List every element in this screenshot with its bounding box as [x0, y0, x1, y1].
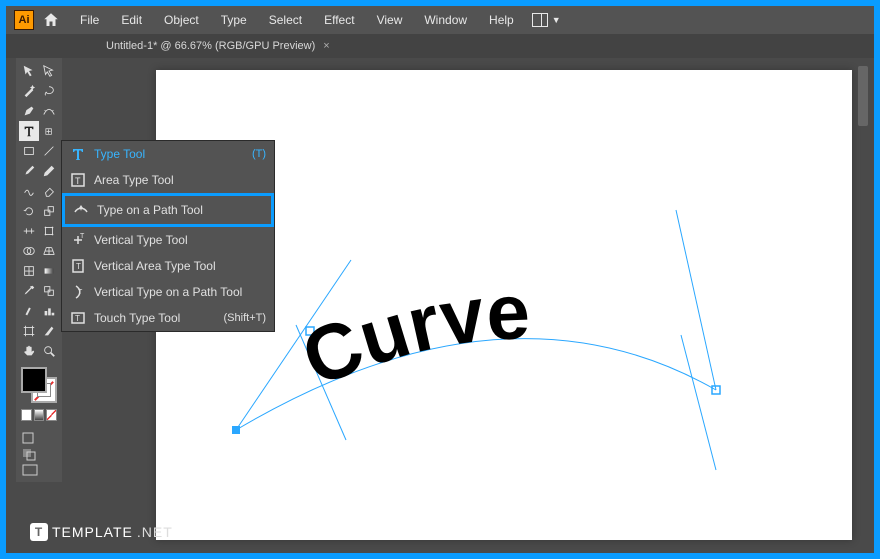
app-window: Ai File Edit Object Type Select Effect V…	[6, 6, 874, 553]
flyout-label: Type on a Path Tool	[97, 203, 203, 217]
menu-help[interactable]: Help	[479, 9, 524, 31]
drawing-mode-behind-icon[interactable]	[21, 447, 39, 461]
svg-text:T: T	[76, 262, 81, 271]
screen-mode-icon[interactable]	[21, 463, 39, 477]
flyout-type-tool[interactable]: Type Tool (T)	[62, 141, 274, 167]
fill-swatch[interactable]	[21, 367, 47, 393]
symbol-sprayer-tool-icon[interactable]	[19, 301, 39, 321]
watermark-suffix: .NET	[137, 524, 173, 540]
pen-tool-icon[interactable]	[19, 101, 39, 121]
color-mode-gradient-icon[interactable]	[34, 409, 45, 421]
flyout-vertical-area-type-tool[interactable]: T Vertical Area Type Tool	[62, 253, 274, 279]
direct-selection-tool-icon[interactable]	[39, 61, 59, 81]
watermark: T TEMPLATE.NET	[30, 523, 173, 541]
flyout-label: Type Tool	[94, 147, 145, 161]
work-area: ⊞	[6, 58, 874, 553]
flyout-touch-type-tool[interactable]: T Touch Type Tool (Shift+T)	[62, 305, 274, 331]
vertical-type-icon: T	[70, 232, 86, 248]
menu-view[interactable]: View	[367, 9, 413, 31]
free-transform-tool-icon[interactable]	[39, 221, 59, 241]
slice-tool-icon[interactable]	[39, 321, 59, 341]
magic-wand-tool-icon[interactable]	[19, 81, 39, 101]
flyout-vertical-type-on-path-tool[interactable]: T Vertical Type on a Path Tool	[62, 279, 274, 305]
menu-bar: Ai File Edit Object Type Select Effect V…	[6, 6, 874, 34]
type-tool-icon[interactable]	[19, 121, 39, 141]
flyout-label: Vertical Type on a Path Tool	[94, 285, 242, 299]
close-tab-icon[interactable]: ×	[323, 40, 329, 52]
shape-builder-tool-icon[interactable]	[19, 241, 39, 261]
svg-text:T: T	[75, 176, 81, 186]
gradient-tool-icon[interactable]	[39, 261, 59, 281]
right-panel-scrollbar[interactable]	[858, 66, 868, 126]
flyout-shortcut: (Shift+T)	[224, 312, 266, 324]
column-graph-tool-icon[interactable]	[39, 301, 59, 321]
menu-object[interactable]: Object	[154, 9, 209, 31]
hand-tool-icon[interactable]	[19, 341, 39, 361]
flyout-label: Vertical Area Type Tool	[94, 259, 216, 273]
touch-type-tool-icon[interactable]: ⊞	[39, 121, 59, 141]
shaper-tool-icon[interactable]	[19, 181, 39, 201]
menu-edit[interactable]: Edit	[111, 9, 152, 31]
curve-text[interactable]: Curve	[290, 267, 531, 403]
menu-select[interactable]: Select	[259, 9, 312, 31]
screen-mode-controls	[19, 429, 59, 479]
document-tab[interactable]: Untitled-1* @ 66.67% (RGB/GPU Preview) ×	[96, 36, 340, 56]
drawing-mode-normal-icon[interactable]	[21, 431, 39, 445]
flyout-area-type-tool[interactable]: T Area Type Tool	[62, 167, 274, 193]
artboard-tool-icon[interactable]	[19, 321, 39, 341]
tools-panel: ⊞	[16, 58, 62, 482]
curvature-tool-icon[interactable]	[39, 101, 59, 121]
type-tool-flyout: Type Tool (T) T Area Type Tool Type on a…	[61, 140, 275, 332]
scale-tool-icon[interactable]	[39, 201, 59, 221]
document-tab-bar: Untitled-1* @ 66.67% (RGB/GPU Preview) ×	[6, 34, 874, 58]
flyout-type-on-path-tool[interactable]: Type on a Path Tool	[62, 193, 274, 227]
lasso-tool-icon[interactable]	[39, 81, 59, 101]
mesh-tool-icon[interactable]	[19, 261, 39, 281]
paintbrush-tool-icon[interactable]	[19, 161, 39, 181]
rotate-tool-icon[interactable]	[19, 201, 39, 221]
flyout-label: Touch Type Tool	[94, 311, 180, 325]
document-tab-title: Untitled-1* @ 66.67% (RGB/GPU Preview)	[106, 40, 315, 52]
flyout-shortcut: (T)	[252, 148, 266, 160]
width-tool-icon[interactable]	[19, 221, 39, 241]
perspective-grid-tool-icon[interactable]	[39, 241, 59, 261]
eyedropper-tool-icon[interactable]	[19, 281, 39, 301]
selection-tool-icon[interactable]	[19, 61, 39, 81]
touch-type-icon: T	[70, 310, 86, 326]
app-logo-icon[interactable]: Ai	[14, 10, 34, 30]
svg-text:⊞: ⊞	[45, 127, 53, 138]
type-on-path-icon	[73, 202, 89, 218]
watermark-logo-icon: T	[30, 523, 48, 541]
home-icon[interactable]	[42, 11, 60, 29]
workspace-switcher-icon[interactable]: ▼	[532, 13, 561, 27]
menu-effect[interactable]: Effect	[314, 9, 364, 31]
flyout-label: Vertical Type Tool	[94, 233, 188, 247]
color-mode-solid-icon[interactable]	[21, 409, 32, 421]
color-swatches	[19, 365, 59, 423]
vertical-type-on-path-icon: T	[70, 284, 86, 300]
rectangle-tool-icon[interactable]	[19, 141, 39, 161]
menu-file[interactable]: File	[70, 9, 109, 31]
eraser-tool-icon[interactable]	[39, 181, 59, 201]
type-tool-glyph-icon	[70, 146, 86, 162]
menu-type[interactable]: Type	[211, 9, 257, 31]
svg-text:T: T	[78, 289, 83, 296]
pencil-tool-icon[interactable]	[39, 161, 59, 181]
area-type-icon: T	[70, 172, 86, 188]
vertical-area-type-icon: T	[70, 258, 86, 274]
menu-window[interactable]: Window	[414, 9, 477, 31]
color-mode-none-icon[interactable]	[46, 409, 57, 421]
line-segment-tool-icon[interactable]	[39, 141, 59, 161]
zoom-tool-icon[interactable]	[39, 341, 59, 361]
flyout-label: Area Type Tool	[94, 173, 174, 187]
svg-text:T: T	[80, 233, 85, 240]
flyout-vertical-type-tool[interactable]: T Vertical Type Tool	[62, 227, 274, 253]
blend-tool-icon[interactable]	[39, 281, 59, 301]
svg-text:T: T	[75, 314, 80, 323]
watermark-brand: TEMPLATE	[52, 524, 133, 540]
svg-text:Curve: Curve	[290, 267, 531, 403]
